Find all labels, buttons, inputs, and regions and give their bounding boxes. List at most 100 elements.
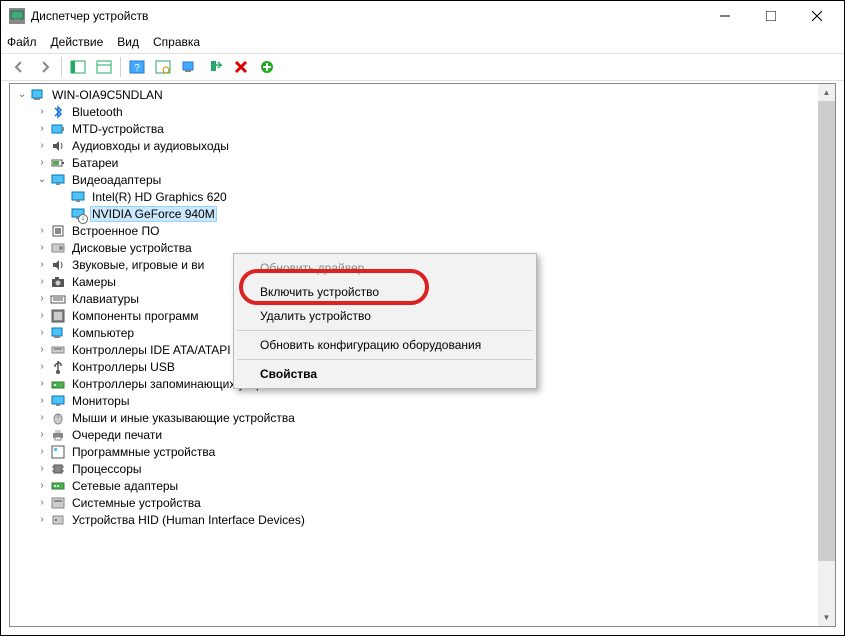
expander-icon[interactable]: › (34, 257, 50, 273)
node-label: WIN-OIA9C5NDLAN (50, 88, 165, 102)
node-label: Компьютер (70, 326, 136, 340)
toolbar: ? (1, 53, 844, 81)
node-label: Программные устройства (70, 445, 217, 459)
battery-icon (50, 155, 66, 171)
node-label: Мониторы (70, 394, 131, 408)
expander-icon[interactable]: › (34, 121, 50, 137)
ctx-remove-device[interactable]: Удалить устройство (236, 304, 534, 328)
add-legacy-button[interactable] (255, 55, 279, 79)
ctx-properties[interactable]: Свойства (236, 362, 534, 386)
scan-hardware-button[interactable] (151, 55, 175, 79)
expander-icon[interactable]: › (34, 240, 50, 256)
close-button[interactable] (794, 1, 840, 31)
menu-action[interactable]: Действие (51, 35, 104, 49)
help-button[interactable]: ? (125, 55, 149, 79)
network-icon (50, 478, 66, 494)
scroll-down-icon[interactable]: ▼ (818, 609, 835, 626)
tree-category[interactable]: › Системные устройства (10, 494, 835, 511)
expander-icon[interactable]: › (34, 291, 50, 307)
tree-category[interactable]: › Устройства HID (Human Interface Device… (10, 511, 835, 528)
tree-category[interactable]: › Батареи (10, 154, 835, 171)
menu-help[interactable]: Справка (153, 35, 200, 49)
tree-device[interactable]: Intel(R) HD Graphics 620 (10, 188, 835, 205)
expander-icon[interactable]: › (34, 155, 50, 171)
expander-icon[interactable]: › (34, 308, 50, 324)
disk-icon (50, 240, 66, 256)
expander-icon[interactable]: › (34, 325, 50, 341)
software-icon (50, 308, 66, 324)
expander-icon[interactable]: ⌄ (34, 172, 50, 188)
tree-category[interactable]: › Bluetooth (10, 103, 835, 120)
app-icon (9, 8, 25, 24)
scroll-thumb[interactable] (818, 101, 835, 561)
show-hide-button[interactable] (66, 55, 90, 79)
tree-category[interactable]: › Аудиовходы и аудиовыходы (10, 137, 835, 154)
enable-device-button[interactable] (203, 55, 227, 79)
maximize-button[interactable] (748, 1, 794, 31)
expander-icon[interactable]: › (34, 223, 50, 239)
expander-icon[interactable]: › (34, 512, 50, 528)
expander-icon[interactable]: › (34, 274, 50, 290)
expander-icon[interactable]: › (34, 393, 50, 409)
expander-icon[interactable]: › (34, 376, 50, 392)
software-dev-icon (50, 444, 66, 460)
menu-file[interactable]: Файл (7, 35, 37, 49)
expander-icon[interactable]: ⌄ (14, 87, 30, 103)
tree-category[interactable]: › Мониторы (10, 392, 835, 409)
tree-category[interactable]: › Процессоры (10, 460, 835, 477)
sound-icon (50, 257, 66, 273)
expander-icon[interactable]: › (34, 461, 50, 477)
display-card-icon (70, 189, 86, 205)
ctx-update-driver[interactable]: Обновить драйвер (236, 256, 534, 280)
window-title: Диспетчер устройств (31, 9, 702, 23)
ctx-scan-hardware[interactable]: Обновить конфигурацию оборудования (236, 333, 534, 357)
scroll-up-icon[interactable]: ▲ (818, 84, 835, 101)
computer-icon (50, 325, 66, 341)
menubar: Файл Действие Вид Справка (1, 31, 844, 53)
tree-root[interactable]: ⌄ WIN-OIA9C5NDLAN (10, 86, 835, 103)
display-icon (50, 172, 66, 188)
tree-category[interactable]: › Встроенное ПО (10, 222, 835, 239)
scrollbar[interactable]: ▲ ▼ (818, 84, 835, 626)
tree-category[interactable]: ⌄ Видеоадаптеры (10, 171, 835, 188)
firmware-icon (50, 223, 66, 239)
keyboard-icon (50, 291, 66, 307)
tree-category[interactable]: › Мыши и иные указывающие устройства (10, 409, 835, 426)
tree-category[interactable]: › MTD-устройства (10, 120, 835, 137)
separator (237, 359, 533, 360)
node-label: MTD-устройства (70, 122, 166, 136)
back-button[interactable] (7, 55, 31, 79)
storage-icon (50, 376, 66, 392)
tree-category[interactable]: › Сетевые адаптеры (10, 477, 835, 494)
expander-icon[interactable]: › (34, 104, 50, 120)
system-icon (50, 495, 66, 511)
expander-icon[interactable]: › (34, 444, 50, 460)
node-label: Клавиатуры (70, 292, 141, 306)
bluetooth-icon (50, 104, 66, 120)
expander-icon[interactable]: › (34, 342, 50, 358)
expander-icon[interactable]: › (34, 495, 50, 511)
uninstall-button[interactable] (229, 55, 253, 79)
expander-icon[interactable]: › (34, 410, 50, 426)
node-label: Контроллеры IDE ATA/ATAPI (70, 343, 233, 357)
minimize-button[interactable] (702, 1, 748, 31)
menu-view[interactable]: Вид (117, 35, 139, 49)
tree-device[interactable]: ↓ NVIDIA GeForce 940M (10, 205, 835, 222)
separator (120, 57, 121, 77)
context-menu: Обновить драйвер Включить устройство Уда… (233, 253, 537, 389)
node-label: Видеоадаптеры (70, 173, 163, 187)
node-label: Аудиовходы и аудиовыходы (70, 139, 231, 153)
tree-category[interactable]: › Очереди печати (10, 426, 835, 443)
node-label: Intel(R) HD Graphics 620 (90, 190, 229, 204)
expander-icon[interactable]: › (34, 478, 50, 494)
forward-button[interactable] (33, 55, 57, 79)
ctx-enable-device[interactable]: Включить устройство (236, 280, 534, 304)
expander-icon[interactable]: › (34, 427, 50, 443)
tree-category[interactable]: › Программные устройства (10, 443, 835, 460)
properties-button[interactable] (92, 55, 116, 79)
node-label: Компоненты программ (70, 309, 201, 323)
update-driver-button[interactable] (177, 55, 201, 79)
expander-icon[interactable]: › (34, 138, 50, 154)
expander-icon[interactable]: › (34, 359, 50, 375)
node-label: Bluetooth (70, 105, 125, 119)
